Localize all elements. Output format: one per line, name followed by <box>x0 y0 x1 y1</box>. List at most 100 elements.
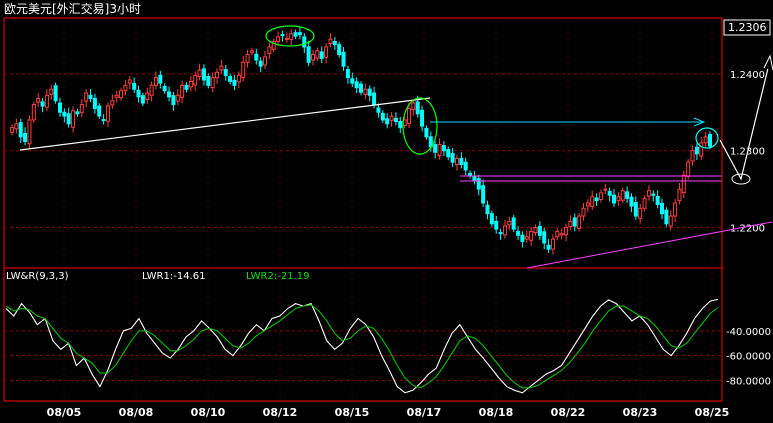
candle-body <box>280 34 285 37</box>
candle-body <box>607 190 612 196</box>
candle-body <box>215 71 220 79</box>
candle-body <box>324 46 329 58</box>
candle-body <box>686 161 691 177</box>
candle-body <box>201 68 206 81</box>
candle-body <box>450 152 455 163</box>
candle-body <box>289 33 294 41</box>
candle-body <box>110 100 115 106</box>
candle-body <box>167 91 172 98</box>
candle-body <box>708 134 712 147</box>
candle-body <box>332 41 337 46</box>
candle-body <box>114 94 119 98</box>
candle-body <box>590 196 595 207</box>
candle-body <box>27 119 32 145</box>
candle-body <box>476 178 481 190</box>
x-ticks: 08/05 08/08 08/10 08/12 08/15 08/17 08/18 08/22… <box>47 20 729 419</box>
candle-body <box>494 220 499 230</box>
indicator-y-ticks: -40.0000 -60.0000 -80.0000 <box>726 327 771 388</box>
candle-body <box>293 32 298 37</box>
candle-body <box>673 202 678 217</box>
candle-body <box>555 230 560 238</box>
candle-body <box>101 119 106 122</box>
candle-body <box>603 188 608 191</box>
candle-body <box>398 120 403 129</box>
break-ellipse-marker <box>402 97 438 155</box>
magenta-rising-trendline <box>526 221 773 269</box>
candle-body <box>354 81 359 89</box>
candle-body <box>572 217 577 227</box>
candle-body <box>559 233 564 236</box>
candle-body <box>315 50 320 59</box>
candle-body <box>454 157 459 166</box>
candles <box>10 27 712 255</box>
x-tick-label: 08/23 <box>623 406 658 419</box>
candle-body <box>62 111 67 117</box>
candle-body <box>594 197 599 202</box>
candle-body <box>585 202 590 207</box>
candle-body <box>703 136 708 144</box>
candle-body <box>297 32 302 36</box>
lwr1-line <box>5 298 719 394</box>
candle-body <box>372 92 377 106</box>
candle-body <box>149 84 154 96</box>
candle-body <box>542 231 547 244</box>
candle-body <box>14 123 19 130</box>
candle-body <box>446 149 451 158</box>
candle-body <box>258 60 263 67</box>
candle-body <box>533 227 538 234</box>
candle-body <box>598 192 603 201</box>
candle-body <box>132 82 137 90</box>
candle-body <box>241 61 246 79</box>
x-tick-label: 08/05 <box>47 406 82 419</box>
x-tick-label: 08/15 <box>335 406 370 419</box>
candle-body <box>311 54 316 61</box>
candle-body <box>206 76 211 86</box>
candle-body <box>363 88 368 96</box>
candle-body <box>267 46 272 54</box>
candle-body <box>415 101 420 115</box>
candle-body <box>468 172 473 176</box>
candle-body <box>79 104 84 114</box>
candle-body <box>123 84 128 92</box>
candle-body <box>188 81 193 88</box>
x-tick-label: 08/18 <box>479 406 514 419</box>
candle-body <box>184 84 189 90</box>
candle-body <box>136 89 141 98</box>
candle-body <box>642 197 647 209</box>
candle-body <box>629 196 634 207</box>
candle-body <box>105 105 110 122</box>
price-y-tick-label: 1.2400 <box>730 70 765 81</box>
candle-body <box>302 36 307 48</box>
candle-body <box>694 146 699 155</box>
candle-body <box>564 227 569 236</box>
candle-body <box>638 207 643 219</box>
candle-body <box>489 213 494 225</box>
lwr2-line <box>5 304 719 389</box>
candle-body <box>197 69 202 78</box>
candle-body <box>57 102 62 113</box>
chart-title: 欧元美元[外汇交易]3小时 <box>4 1 141 16</box>
candle-body <box>537 225 542 236</box>
candle-body <box>481 185 486 204</box>
candle-body <box>210 77 215 89</box>
candle-body <box>668 215 673 227</box>
candle-body <box>550 238 555 250</box>
candle-body <box>660 202 665 215</box>
candle-body <box>40 101 45 107</box>
candle-body <box>437 144 442 157</box>
candle-body <box>228 76 233 83</box>
indicator-y-tick-label: -60.0000 <box>726 352 771 363</box>
candle-body <box>520 234 525 242</box>
candle-body <box>625 191 630 199</box>
candle-body <box>511 217 516 230</box>
x-tick-label: 08/17 <box>407 406 442 419</box>
candle-body <box>84 92 89 102</box>
candle-body <box>385 118 390 125</box>
candle-body <box>359 83 363 93</box>
candle-body <box>36 97 41 103</box>
candle-body <box>633 202 638 217</box>
candle-body <box>53 85 58 102</box>
candle-body <box>75 111 80 115</box>
candle-body <box>97 105 102 117</box>
candle-body <box>71 110 76 128</box>
